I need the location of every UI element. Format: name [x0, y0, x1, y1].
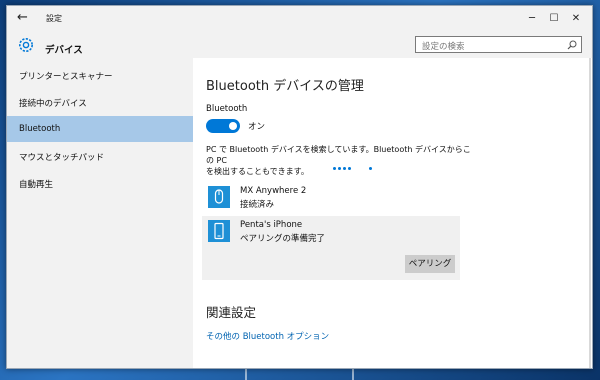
more-bluetooth-options-link[interactable]: その他の Bluetooth オプション [206, 330, 329, 342]
sidebar-item-mouse-touchpad[interactable]: マウスとタッチパッド [7, 143, 193, 169]
gear-icon [19, 38, 33, 52]
sidebar-item-label: 接続中のデバイス [19, 99, 87, 109]
title-bar: ← 設定 ─ ☐ ✕ [7, 6, 592, 31]
progress-dot [348, 167, 351, 170]
search-placeholder: 設定の検索 [422, 42, 465, 52]
sidebar-item-connected-devices[interactable]: 接続中のデバイス [7, 89, 193, 115]
section-heading: Bluetooth デバイスの管理 [206, 79, 364, 94]
progress-dot [333, 167, 336, 170]
page-title: デバイス [45, 45, 83, 56]
mouse-icon [208, 186, 230, 208]
sidebar-item-label: プリンターとスキャナー [19, 72, 113, 82]
scrollbar[interactable] [589, 58, 591, 368]
progress-dot [338, 167, 341, 170]
related-settings-heading: 関連設定 [206, 305, 257, 320]
close-button[interactable]: ✕ [565, 10, 587, 27]
device-item-phone[interactable]: Penta's iPhone ペアリングの準備完了 [202, 216, 460, 248]
settings-window: ← 設定 ─ ☐ ✕ デバイス 設定の検索 プリンターとスキャナー 接続中のデバ… [6, 5, 593, 369]
sidebar-item-label: Bluetooth [19, 124, 61, 134]
bluetooth-toggle[interactable] [206, 119, 240, 133]
device-status: 接続済み [240, 200, 275, 210]
toggle-knob [229, 122, 237, 130]
sidebar-item-label: 自動再生 [19, 180, 54, 190]
sidebar: プリンターとスキャナー 接続中のデバイス Bluetooth マウスとタッチパッ… [7, 58, 193, 368]
back-arrow-icon[interactable]: ← [17, 11, 31, 25]
minimize-button[interactable]: ─ [521, 10, 543, 27]
main-content: Bluetooth デバイスの管理 Bluetooth オン PC で Blue… [193, 58, 592, 368]
progress-dot [369, 167, 372, 170]
device-item-mouse[interactable]: MX Anywhere 2 接続済み [202, 182, 460, 214]
progress-dot [343, 167, 346, 170]
sidebar-item-printers[interactable]: プリンターとスキャナー [7, 62, 193, 88]
sidebar-item-bluetooth[interactable]: Bluetooth [7, 116, 193, 142]
searching-progress-dots [333, 167, 373, 173]
search-input[interactable]: 設定の検索 [415, 36, 582, 53]
description-line: PC で Bluetooth デバイスを検索しています。Bluetooth デバ… [206, 145, 471, 165]
device-status: ペアリングの準備完了 [240, 234, 326, 244]
pair-button[interactable]: ペアリング [405, 255, 455, 273]
search-icon[interactable] [567, 40, 577, 50]
maximize-button[interactable]: ☐ [543, 10, 565, 27]
toggle-state-label: オン [248, 122, 266, 132]
sidebar-item-autoplay[interactable]: 自動再生 [7, 170, 193, 196]
bluetooth-label: Bluetooth [206, 104, 248, 114]
device-name: Penta's iPhone [240, 220, 303, 230]
phone-icon [208, 220, 230, 242]
pairing-panel: ペアリング [202, 248, 460, 280]
window-title: 設定 [46, 14, 62, 23]
device-name: MX Anywhere 2 [240, 186, 307, 196]
sidebar-item-label: マウスとタッチパッド [19, 153, 105, 163]
